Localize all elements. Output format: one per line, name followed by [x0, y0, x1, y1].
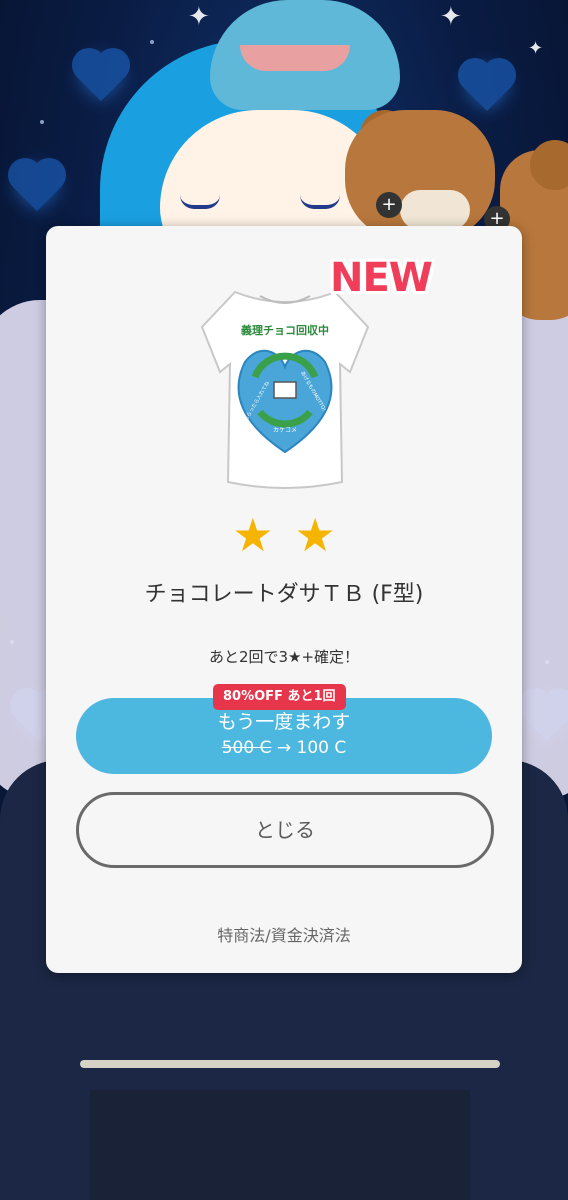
teddy-button-eye-icon: +: [376, 192, 402, 218]
heart-decoration: [76, 52, 126, 102]
heart-decoration: [12, 162, 62, 212]
avatar-shorts: [90, 1090, 470, 1200]
close-button[interactable]: とじる: [76, 792, 494, 868]
sparkle-dot: [150, 40, 154, 44]
star-sparkle-icon: ✦: [188, 2, 210, 32]
box-print-icon: [273, 381, 297, 399]
star-icon: ★: [232, 508, 274, 562]
heart-decoration: [462, 62, 512, 112]
rarity-stars: ★ ★: [46, 512, 522, 558]
price-arrow: →: [271, 738, 297, 758]
star-sparkle-icon: ✦: [440, 2, 462, 32]
legal-link[interactable]: 特商法/資金決済法: [46, 922, 522, 946]
shirt-print-banner: 義理チョコ回収中: [241, 323, 329, 337]
gacha-result-modal: 義理チョコ回収中 もらったら入れてね あげるものMOTTO! カケコメ NEW …: [46, 226, 522, 973]
item-name: チョコレートダサＴＢ (F型): [144, 582, 424, 607]
discount-badge: 80%OFF あと1回: [213, 684, 346, 710]
teddy-bear-snout: [400, 190, 470, 230]
whale-shark-mouth: [240, 45, 350, 71]
old-price: 500 C: [221, 738, 272, 758]
spin-again-label: もう一度まわす: [217, 711, 351, 733]
new-badge: NEW: [330, 255, 433, 301]
star-sparkle-icon: ✦: [528, 38, 544, 59]
tshirt-item-image: 義理チョコ回収中 もらったら入れてね あげるものMOTTO! カケコメ: [200, 290, 370, 489]
spin-again-price: 500 C → 100 C: [76, 736, 492, 760]
shirt-print-bottom-text: カケコメ: [273, 427, 297, 434]
star-icon: ★: [294, 508, 336, 562]
guarantee-text: あと2回で3★+確定！: [208, 648, 360, 666]
jacket-trim: [80, 1060, 500, 1068]
sparkle-dot: [40, 120, 44, 124]
new-price: 100 C: [296, 738, 347, 758]
